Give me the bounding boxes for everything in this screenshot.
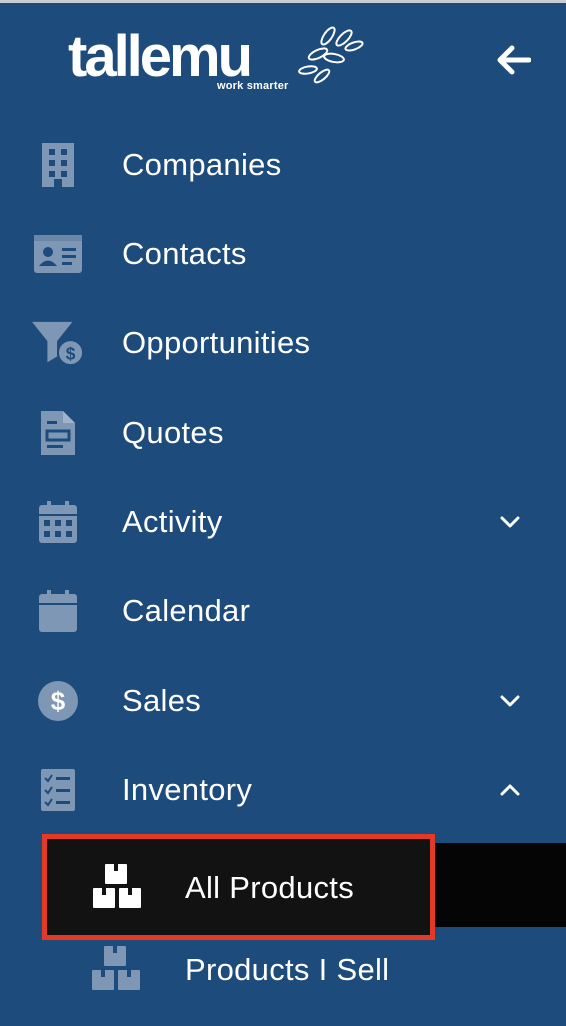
svg-text:$: $ — [51, 686, 66, 716]
building-icon — [32, 139, 84, 191]
sidebar-item-label: Companies — [122, 146, 282, 182]
chevron-up-icon[interactable] — [496, 776, 524, 804]
sidebar-item-label: Calendar — [122, 592, 251, 628]
collapse-sidebar-button[interactable] — [490, 38, 538, 82]
brand-name: tallemu — [68, 24, 253, 89]
sidebar-subitem-all-products[interactable]: All Products — [42, 834, 435, 940]
sidebar-item-label: Contacts — [122, 235, 247, 271]
leaves-logo-icon — [298, 26, 364, 84]
sidebar-subitem-products-i-sell[interactable]: Products I Sell — [0, 930, 566, 1010]
document-icon — [32, 407, 84, 459]
chevron-down-icon[interactable] — [496, 508, 524, 536]
contact-card-icon — [32, 228, 84, 280]
checklist-icon — [32, 764, 84, 816]
funnel-dollar-icon: $ — [32, 317, 84, 369]
brand-logo[interactable]: tallemu work smarter — [68, 22, 368, 102]
top-border — [0, 0, 566, 3]
dollar-circle-icon: $ — [32, 675, 84, 727]
sidebar-item-activity[interactable]: Activity — [0, 477, 566, 566]
sidebar-item-calendar[interactable]: Calendar — [0, 566, 566, 655]
boxes-icon — [92, 946, 140, 990]
svg-text:$: $ — [66, 343, 76, 363]
sidebar-item-companies[interactable]: Companies — [0, 120, 566, 209]
sidebar-subitem-label: Products I Sell — [185, 952, 390, 987]
sidebar-item-opportunities[interactable]: $ Opportunities — [0, 298, 566, 387]
sidebar-item-label: Quotes — [122, 414, 224, 450]
sidebar-item-label: Sales — [122, 682, 202, 718]
sidebar-item-label: Activity — [122, 503, 223, 539]
brand-tagline: work smarter — [217, 80, 289, 92]
chevron-down-icon[interactable] — [496, 687, 524, 715]
sidebar-item-label: Inventory — [122, 771, 253, 807]
sidebar-item-label: Opportunities — [122, 324, 311, 360]
active-item-background — [432, 843, 566, 927]
arrow-left-icon — [497, 45, 531, 75]
sidebar-item-contacts[interactable]: Contacts — [0, 209, 566, 298]
calendar-grid-icon — [32, 496, 84, 548]
sidebar-item-sales[interactable]: $ Sales — [0, 656, 566, 745]
boxes-icon — [93, 864, 141, 908]
sidebar-subitem-label: All Products — [185, 870, 354, 905]
calendar-icon — [32, 585, 84, 637]
sidebar-item-quotes[interactable]: Quotes — [0, 388, 566, 477]
sidebar-item-inventory[interactable]: Inventory — [0, 745, 566, 834]
